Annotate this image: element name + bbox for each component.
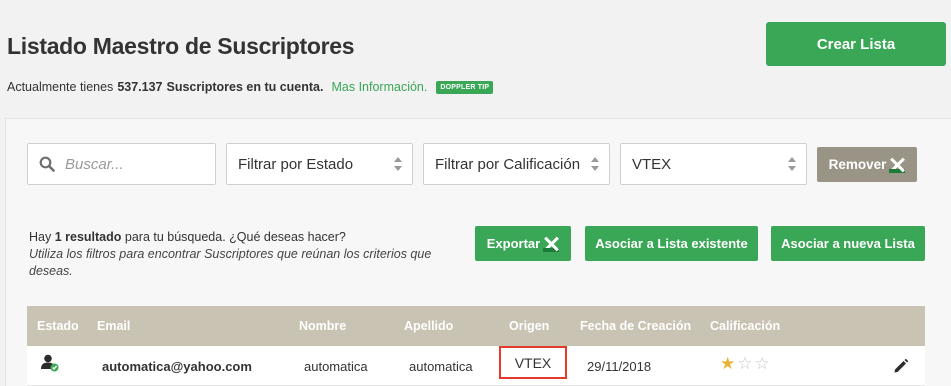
subscriber-active-icon — [41, 354, 59, 372]
row-email[interactable]: automatica@yahoo.com — [102, 359, 252, 374]
star-filled-icon[interactable]: ★ — [720, 355, 735, 372]
col-fecha-creacion[interactable]: Fecha de Creación — [580, 319, 691, 333]
row-origin-highlight: VTEX — [499, 346, 567, 379]
star-empty-icon[interactable]: ☆ — [737, 355, 752, 372]
search-icon — [39, 156, 55, 172]
select-arrows-icon — [788, 156, 796, 172]
star-empty-icon[interactable]: ☆ — [755, 355, 770, 372]
rating-filter-value: Filtrar por Calificación — [435, 155, 581, 173]
summary-prefix: Actualmente tienes — [7, 80, 114, 94]
rating-filter-select[interactable]: Filtrar por Calificación — [423, 143, 610, 185]
search-input[interactable]: Buscar... — [27, 143, 216, 185]
rating-stars[interactable]: ★ ☆ ☆ — [720, 355, 770, 372]
summary-suffix: Suscriptores en tu cuenta. — [166, 80, 324, 94]
row-created-date: 29/11/2018 — [587, 359, 652, 374]
remove-label: Remover — [828, 157, 887, 172]
associate-existing-list-button[interactable]: Asociar a Lista existente — [585, 226, 758, 261]
subscriber-count: 537.137 — [117, 80, 163, 94]
row-last-name: automatica — [409, 359, 473, 374]
row-first-name: automatica — [304, 359, 368, 374]
results-info: Hay 1 resultado para tu búsqueda. ¿Qué d… — [29, 229, 459, 280]
col-estado[interactable]: Estado — [37, 319, 79, 333]
export-label: Exportar — [486, 236, 541, 251]
state-filter-select[interactable]: Filtrar por Estado — [226, 143, 413, 185]
search-placeholder: Buscar... — [65, 155, 124, 173]
col-email[interactable]: Email — [97, 319, 130, 333]
results-hint: Utiliza los filtros para encontrar Suscr… — [29, 247, 432, 278]
row-origin: VTEX — [514, 354, 552, 371]
create-list-button[interactable]: Crear Lista — [766, 22, 946, 66]
doppler-tip-badge[interactable]: DOPPLER TIP — [436, 80, 494, 94]
page-title: Listado Maestro de Suscriptores — [7, 33, 355, 59]
results-line: Hay 1 resultado para tu búsqueda. ¿Qué d… — [29, 229, 459, 246]
associate-new-list-button[interactable]: Asociar a nueva Lista — [771, 226, 925, 261]
pencil-icon[interactable] — [893, 358, 909, 374]
close-icon — [889, 157, 906, 173]
state-filter-value: Filtrar por Estado — [238, 155, 354, 173]
col-apellido[interactable]: Apellido — [404, 319, 453, 333]
results-count: 1 resultado — [54, 230, 122, 244]
table-header: Estado Email Nombre Apellido Origen Fech… — [27, 306, 925, 346]
col-calificacion[interactable]: Calificación — [710, 319, 780, 333]
origin-filter-select[interactable]: VTEX — [620, 143, 807, 185]
export-button[interactable]: Exportar — [475, 226, 571, 261]
results-prefix: Hay — [29, 230, 52, 244]
results-suffix: para tu búsqueda. ¿Qué deseas hacer? — [124, 230, 346, 244]
excel-icon — [543, 236, 560, 252]
more-info-link[interactable]: Mas Información. — [331, 80, 427, 94]
remove-filters-button[interactable]: Remover — [817, 147, 917, 182]
select-arrows-icon — [591, 156, 599, 172]
origin-filter-value: VTEX — [632, 155, 672, 173]
col-nombre[interactable]: Nombre — [299, 319, 346, 333]
table-row[interactable]: automatica@yahoo.com automatica automati… — [27, 346, 925, 386]
subscriber-summary: Actualmente tienes 537.137 Suscriptores … — [7, 80, 494, 94]
col-origen[interactable]: Origen — [509, 319, 549, 333]
select-arrows-icon — [394, 156, 402, 172]
